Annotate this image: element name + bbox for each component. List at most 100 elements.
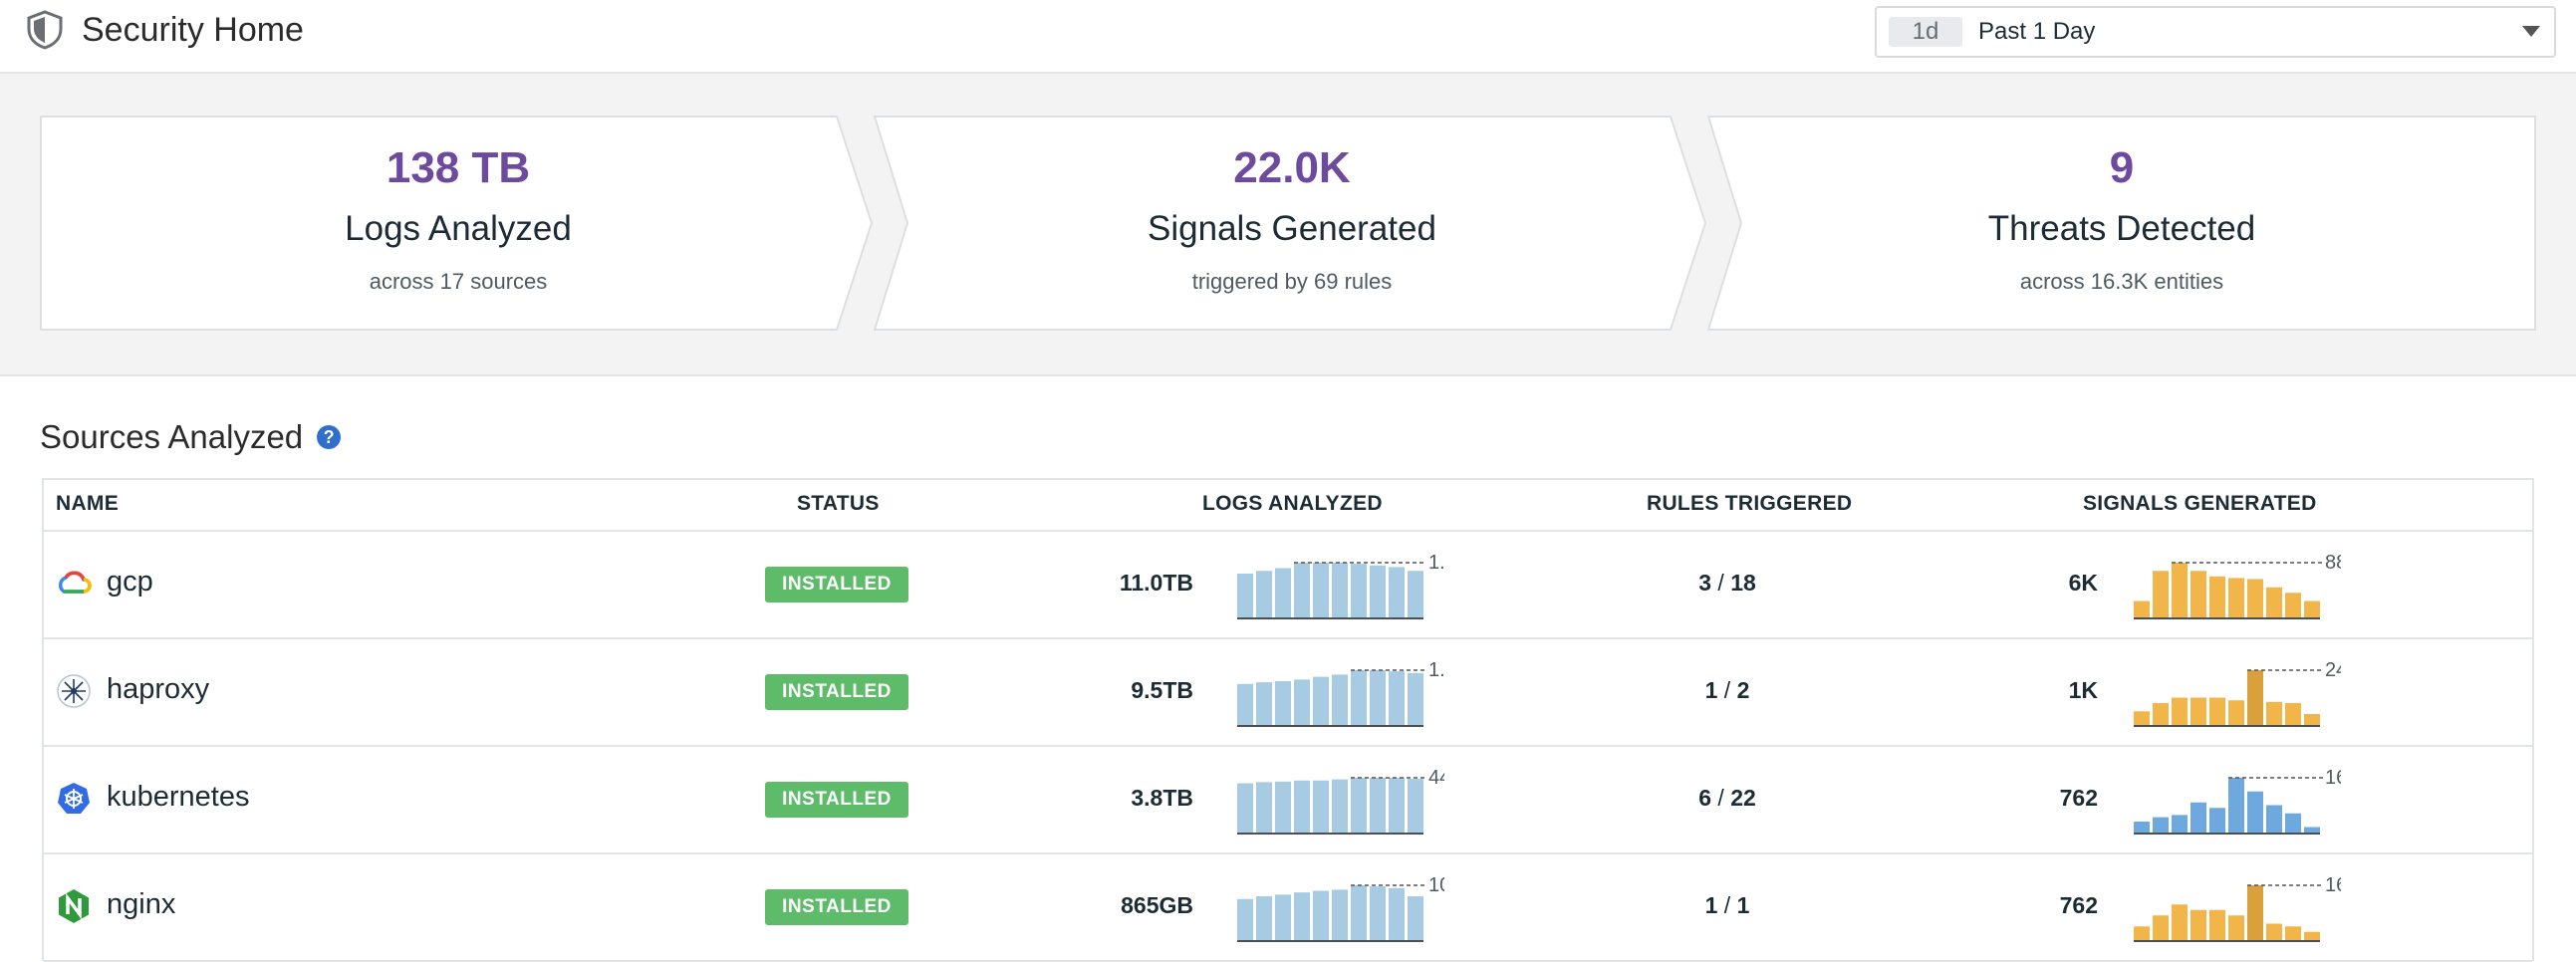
signals-bar <box>2134 711 2150 725</box>
shield-icon <box>27 10 63 50</box>
column-header-logs[interactable]: LOGS ANALYZED <box>1202 492 1383 516</box>
signals-sparkline[interactable]: 244 <box>2122 655 2341 727</box>
logs-peak-label: 441GB <box>1428 767 1444 789</box>
signals-bar <box>2247 579 2263 617</box>
source-name[interactable]: kubernetes <box>107 781 250 814</box>
rules-triggered[interactable]: 1 / 1 <box>1638 892 1817 919</box>
table-row[interactable]: haproxy INSTALLED 9.5TB 1.2TB 1 / 2 1K 244 <box>44 637 2532 747</box>
source-name[interactable]: nginx <box>107 888 175 921</box>
signals-bar <box>2172 697 2188 725</box>
signals-bar <box>2153 817 2169 833</box>
signals-bar <box>2247 885 2263 940</box>
table-row[interactable]: kubernetes INSTALLED 3.8TB 441GB 6 / 22 762 16… <box>44 745 2532 854</box>
time-range-label: Past 1 Day <box>1978 18 2096 45</box>
signals-generated-value: 6K <box>2068 570 2098 596</box>
column-header-rules[interactable]: RULES TRIGGERED <box>1647 492 1852 516</box>
chevron-down-icon[interactable] <box>2522 26 2540 37</box>
logs-analyzed-value: 865GB <box>1121 892 1193 918</box>
logs-bar <box>1294 780 1310 833</box>
logs-bar <box>1332 889 1348 940</box>
logs-bar <box>1351 564 1367 617</box>
logs-bar <box>1389 567 1405 617</box>
logs-peak-label: 1.2TB <box>1428 659 1444 681</box>
rules-total: 18 <box>1730 570 1756 596</box>
summary-card-signals[interactable]: 22.0K Signals Generated triggered by 69 … <box>874 116 1718 331</box>
rules-total: 2 <box>1736 677 1750 703</box>
summary-subtext: triggered by 69 rules <box>1191 269 1393 294</box>
signals-bar <box>2172 904 2188 940</box>
summary-value: 22.0K <box>1233 143 1351 192</box>
column-header-name[interactable]: NAME <box>56 492 119 516</box>
status-badge: INSTALLED <box>765 889 908 925</box>
logs-analyzed-value: 11.0TB <box>1119 570 1193 596</box>
summary-card-threats[interactable]: 9 Threats Detected across 16.3K entities <box>1707 116 2536 331</box>
rules-triggered[interactable]: 3 / 18 <box>1638 570 1817 597</box>
summary-label: Threats Detected <box>1987 209 2256 248</box>
logs-bar <box>1256 896 1272 940</box>
table-header: NAME STATUS LOGS ANALYZED RULES TRIGGERE… <box>44 480 2532 532</box>
signals-bar <box>2209 808 2225 833</box>
logs-bar <box>1370 670 1386 725</box>
rules-triggered[interactable]: 1 / 2 <box>1638 677 1817 704</box>
summary-label: Signals Generated <box>1148 209 1436 248</box>
logs-sparkline[interactable]: 1.2TB <box>1225 655 1444 727</box>
logs-bar <box>1294 563 1310 617</box>
haproxy-icon <box>56 673 92 709</box>
time-range-picker[interactable]: 1d Past 1 Day <box>1875 6 2556 58</box>
signals-bar <box>2172 815 2188 833</box>
table-row[interactable]: nginx INSTALLED 865GB 106GB 1 / 1 762 160 <box>44 852 2532 962</box>
time-range-badge: 1d <box>1889 17 1962 47</box>
signals-bar <box>2209 909 2225 940</box>
signals-peak-label: 168 <box>2325 767 2341 789</box>
signals-sparkline[interactable]: 168 <box>2122 763 2341 835</box>
source-name[interactable]: haproxy <box>107 673 209 706</box>
logs-bar <box>1332 563 1348 617</box>
signals-bar <box>2266 805 2282 833</box>
logs-bar <box>1275 681 1291 725</box>
summary-card-logs[interactable]: 138 TB Logs Analyzed across 17 sources <box>40 116 885 331</box>
title-wrap: Security Home <box>26 10 304 50</box>
help-icon[interactable]: ? <box>317 425 342 449</box>
logs-sparkline[interactable]: 441GB <box>1225 763 1444 835</box>
table-row[interactable]: gcp INSTALLED 11.0TB 1.3TB 3 / 18 6K 885 <box>44 530 2532 639</box>
rules-total: 1 <box>1736 892 1750 918</box>
rules-separator: / <box>1717 677 1737 703</box>
gcp-icon <box>56 566 92 601</box>
logs-bar <box>1370 886 1386 940</box>
logs-bar <box>1408 896 1423 940</box>
signals-bar <box>2285 593 2301 617</box>
column-header-signals[interactable]: SIGNALS GENERATED <box>2083 492 2317 516</box>
rules-separator: / <box>1711 570 1731 596</box>
rules-separator: / <box>1717 892 1737 918</box>
column-header-status[interactable]: STATUS <box>797 492 880 516</box>
logs-bar <box>1370 778 1386 833</box>
signals-sparkline[interactable]: 160 <box>2122 870 2341 942</box>
rules-triggered[interactable]: 6 / 22 <box>1638 785 1817 812</box>
logs-bar <box>1313 676 1329 725</box>
signals-bar <box>2172 563 2188 617</box>
signals-bar <box>2228 915 2244 940</box>
signals-bar <box>2285 813 2301 833</box>
rules-separator: / <box>1711 785 1731 811</box>
logs-analyzed-value: 9.5TB <box>1131 677 1193 703</box>
logs-sparkline[interactable]: 106GB <box>1225 870 1444 942</box>
top-bar: Security Home 1d Past 1 Day <box>0 0 2576 74</box>
signals-sparkline[interactable]: 885 <box>2122 548 2341 619</box>
summary-value: 9 <box>2109 143 2135 192</box>
signals-bar <box>2190 697 2206 725</box>
logs-bar <box>1408 571 1423 617</box>
signals-bar <box>2228 700 2244 725</box>
logs-bar <box>1408 779 1423 833</box>
page-title: Security Home <box>82 10 304 49</box>
summary-subtext: across 16.3K entities <box>2019 269 2224 294</box>
signals-bar <box>2247 670 2263 725</box>
logs-sparkline[interactable]: 1.3TB <box>1225 548 1444 619</box>
logs-bar <box>1408 672 1423 725</box>
signals-bar <box>2266 587 2282 617</box>
signals-bar <box>2304 931 2320 940</box>
source-name[interactable]: gcp <box>107 566 153 599</box>
signals-bar <box>2153 703 2169 725</box>
signals-bar <box>2209 576 2225 617</box>
logs-bar <box>1389 778 1405 833</box>
logs-bar <box>1313 890 1329 940</box>
